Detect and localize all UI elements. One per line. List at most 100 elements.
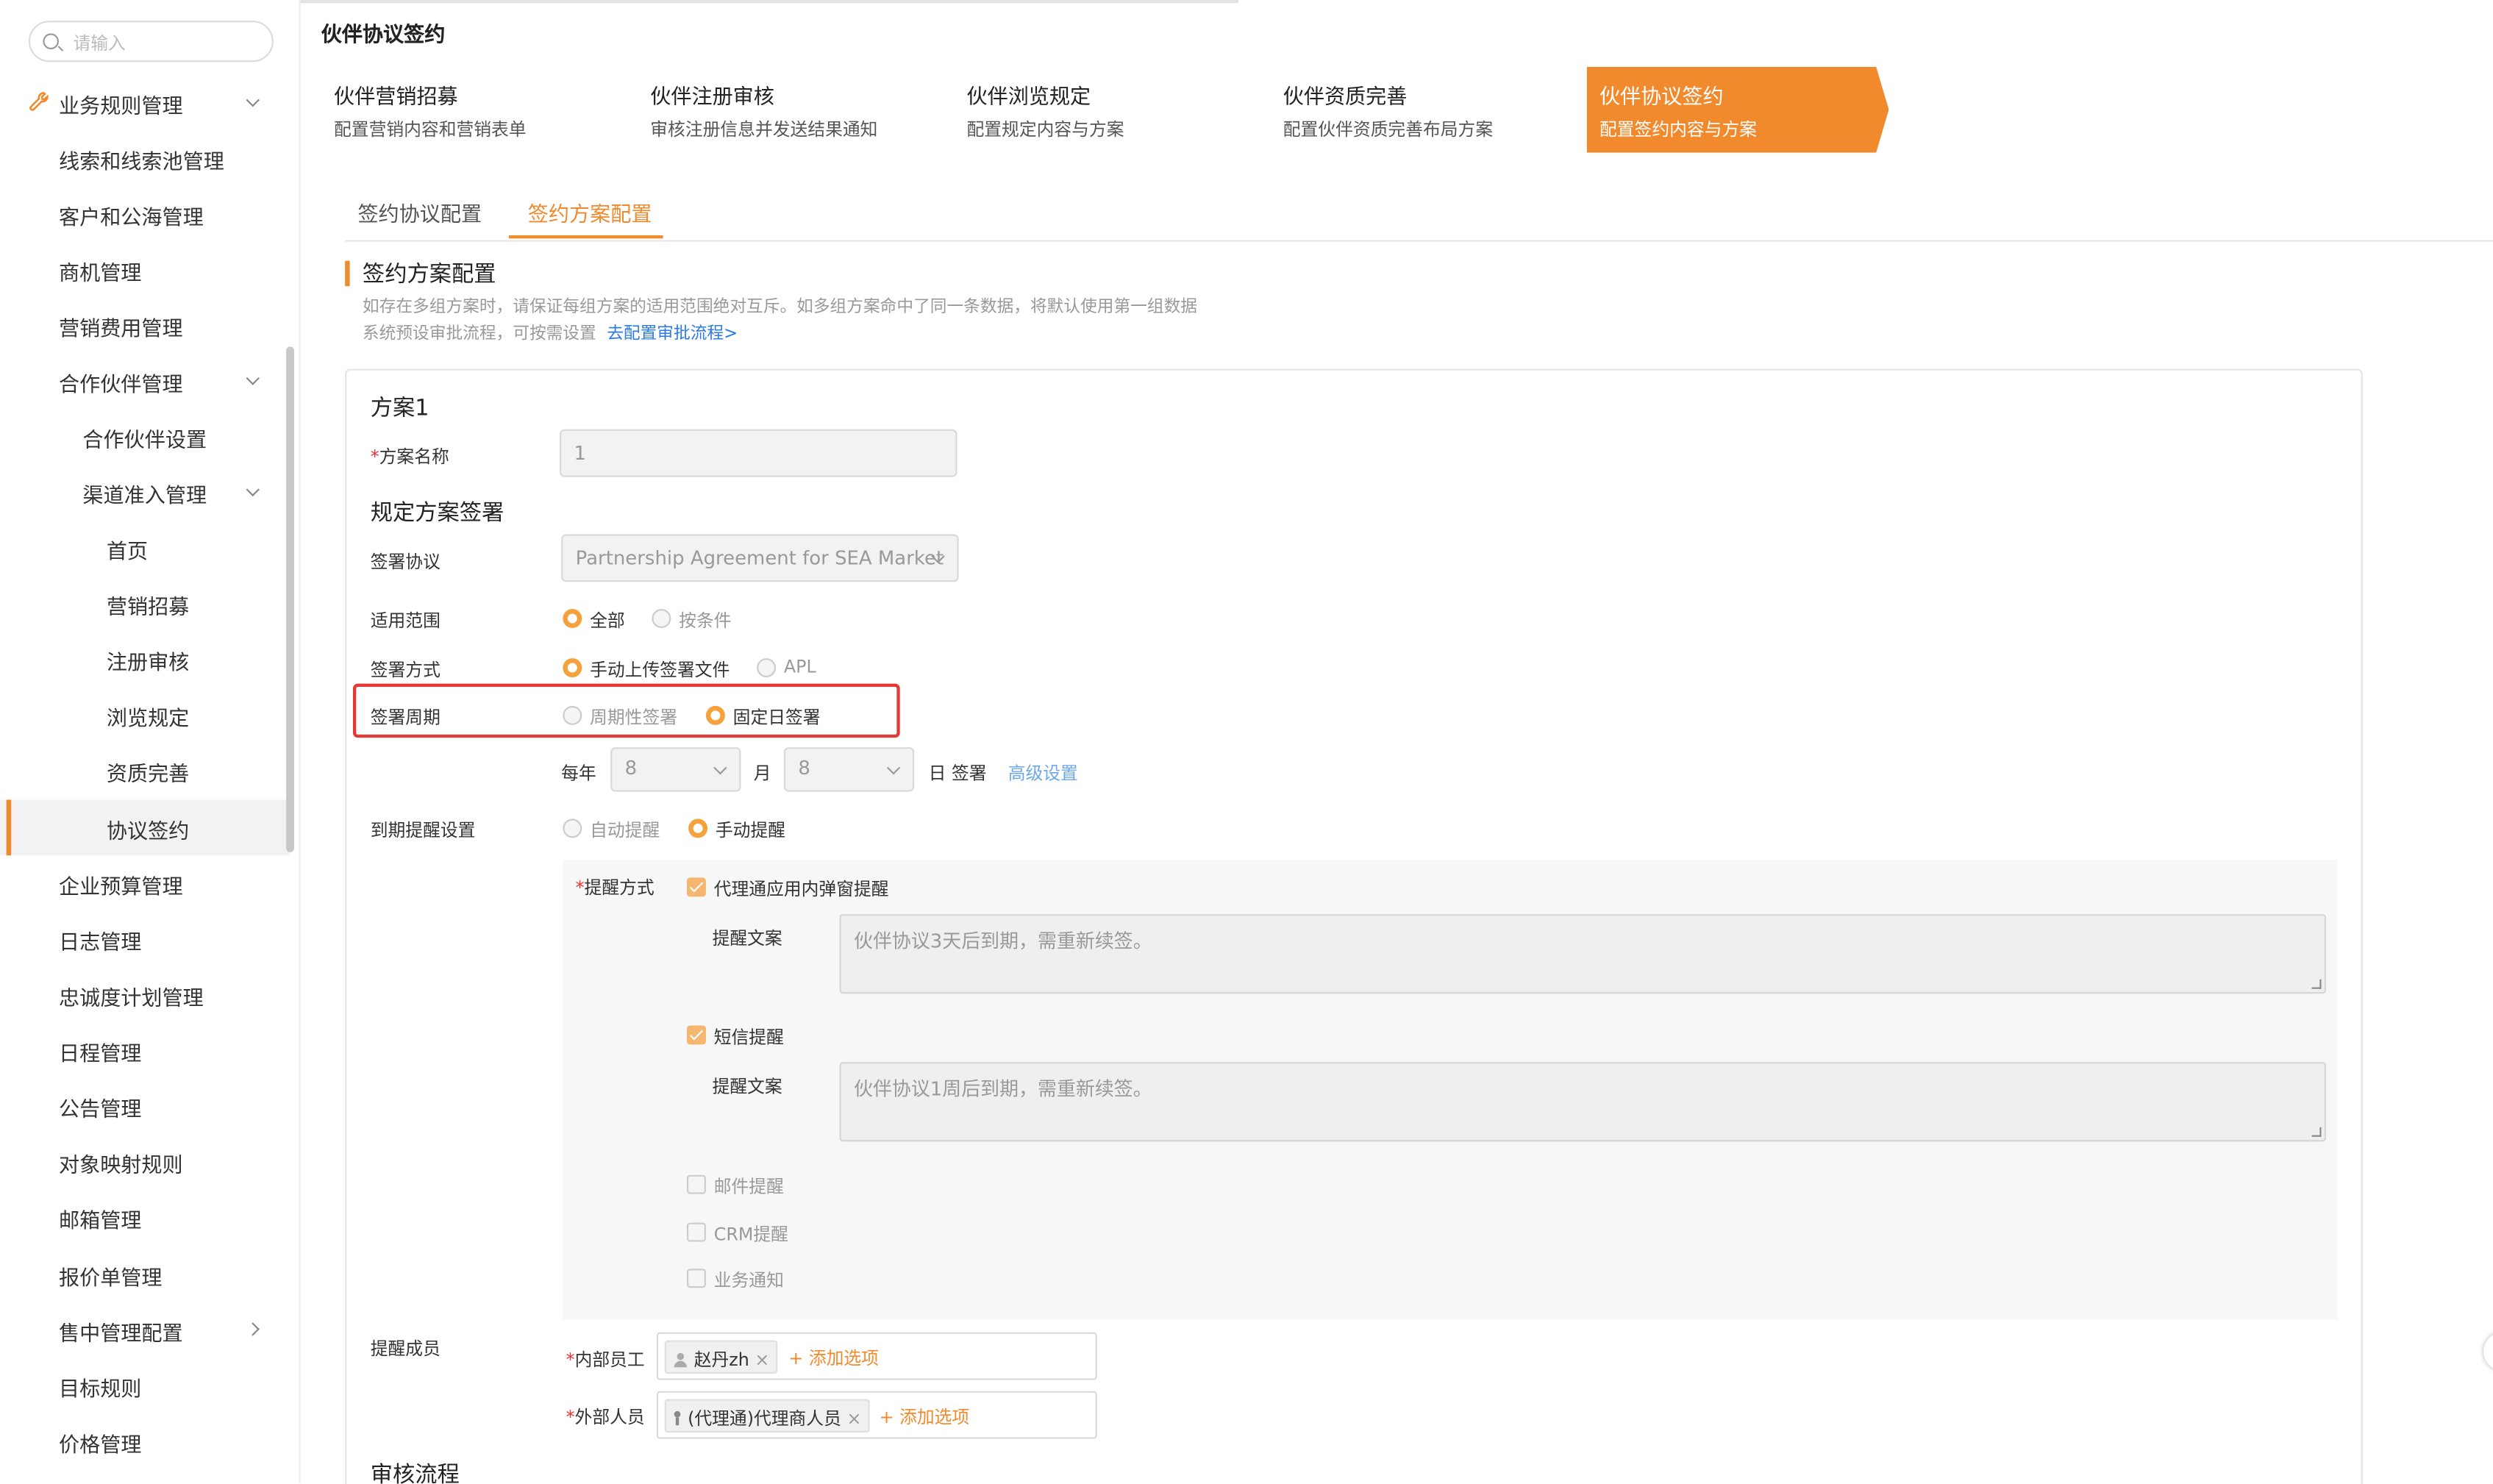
config-approval-link[interactable]: 去配置审批流程> [607, 324, 738, 343]
member-tag: 赵丹zh × [664, 1340, 778, 1374]
radio-dot [652, 609, 671, 628]
sidebar-item-label: 日志管理 [58, 931, 142, 956]
sidebar-item-label: 商机管理 [58, 262, 142, 287]
sidebar-item-business-rules[interactable]: 业务规则管理 [0, 75, 289, 131]
sidebar-item-label: 合作伙伴管理 [58, 374, 183, 398]
section-hint-approval: 系统预设审批流程，可按需设置 去配置审批流程> [363, 321, 738, 345]
step-subtitle: 配置规定内容与方案 [966, 119, 1124, 140]
sidebar-item-object-mapping[interactable]: 对象映射规则 [0, 1134, 289, 1190]
person-icon [674, 1410, 681, 1426]
sidebar-item-schedule[interactable]: 日程管理 [0, 1022, 289, 1078]
sidebar-item-customers[interactable]: 客户和公海管理 [0, 186, 289, 242]
radio-dot [563, 658, 582, 678]
sidebar-scrollbar[interactable] [286, 346, 294, 852]
sidebar-item-partner-mgmt[interactable]: 合作伙伴管理 [0, 353, 289, 409]
sidebar-item-qualification[interactable]: 资质完善 [0, 743, 289, 799]
step-agreement[interactable]: 伙伴协议签约 配置签约内容与方案 [1586, 66, 1889, 153]
checkbox-label: 邮件提醒 [713, 1176, 784, 1197]
radio-label: APL [783, 656, 816, 678]
tab-active-indicator [508, 235, 663, 239]
side-handle[interactable] [2483, 1332, 2493, 1371]
step-title: 伙伴协议签约 [1599, 85, 1724, 110]
sidebar-item-channel-access[interactable]: 渠道准入管理 [0, 464, 289, 520]
tab-agreement-config[interactable]: 签约协议配置 [357, 197, 482, 227]
checkbox-label: 短信提醒 [713, 1027, 784, 1048]
radio-dot [563, 818, 582, 838]
tag-label: (代理通)代理商人员 [688, 1408, 841, 1430]
agreement-select[interactable]: Partnership Agreement for SEA Market [561, 534, 959, 582]
step-recruit[interactable]: 伙伴营销招募 配置营销内容和营销表单 [321, 66, 624, 153]
sidebar-item-logs[interactable]: 日志管理 [0, 911, 289, 967]
sidebar-item-recruit[interactable]: 营销招募 [0, 576, 289, 632]
internal-members-field[interactable]: 赵丹zh × + 添加选项 [656, 1332, 1097, 1380]
sidebar-item-opportunities[interactable]: 商机管理 [0, 242, 289, 298]
radio-label: 自动提醒 [590, 820, 660, 841]
sidebar-item-register-review[interactable]: 注册审核 [0, 631, 289, 687]
sidebar-item-label: 目标规则 [58, 1378, 142, 1402]
sidebar-item-pricing[interactable]: 价格管理 [0, 1413, 289, 1469]
sidebar-item-label: 渠道准入管理 [82, 485, 207, 509]
radio-label: 按条件 [679, 610, 732, 632]
label-text: 方案名称 [379, 446, 449, 468]
step-browse[interactable]: 伙伴浏览规定 配置规定内容与方案 [954, 66, 1256, 153]
resize-handle-icon[interactable] [2311, 979, 2322, 989]
section-hint: 如存在多组方案时，请保证每组方案的适用范围绝对互斥。如多组方案命中了同一条数据，… [362, 297, 1197, 317]
radio-dot [688, 818, 708, 838]
method-label: 签署方式 [370, 660, 441, 681]
sidebar-item-in-sale-config[interactable]: 售中管理配置 [0, 1302, 289, 1358]
step-qualification[interactable]: 伙伴资质完善 配置伙伴资质完善布局方案 [1270, 66, 1573, 153]
sidebar-item-home[interactable]: 首页 [0, 520, 289, 576]
sidebar-item-leads[interactable]: 线索和线索池管理 [0, 130, 289, 186]
sidebar-item-browse-rules[interactable]: 浏览规定 [0, 687, 289, 743]
chevron-down-icon [246, 93, 260, 107]
sidebar-item-label: 线索和线索池管理 [58, 151, 224, 175]
checkbox-box [686, 1269, 706, 1288]
sidebar-item-label: 日程管理 [58, 1043, 142, 1067]
label-text: 外部人员 [574, 1407, 645, 1428]
sidebar-item-loyalty[interactable]: 忠诚度计划管理 [0, 966, 289, 1022]
radio-label: 固定日签署 [732, 707, 821, 729]
day-select[interactable]: 8 [783, 747, 915, 792]
sidebar-item-label: 营销费用管理 [58, 318, 183, 342]
scope-label: 适用范围 [370, 610, 441, 632]
label-text: 内部员工 [574, 1349, 645, 1371]
external-members-field[interactable]: (代理通)代理商人员 × + 添加选项 [656, 1391, 1097, 1439]
plan-name-input[interactable]: 1 [560, 429, 957, 477]
sidebar-item-mailbox[interactable]: 邮箱管理 [0, 1189, 289, 1245]
sms-copy-textarea[interactable]: 伙伴协议1周后到期，需重新续签。 [839, 1062, 2327, 1142]
add-option-button[interactable]: + 添加选项 [788, 1345, 879, 1371]
radio-label: 周期性签署 [590, 707, 678, 729]
yearly-label: 每年 [561, 763, 596, 784]
resize-handle-icon[interactable] [2311, 1127, 2322, 1137]
sidebar-item-partner-settings[interactable]: 合作伙伴设置 [0, 409, 289, 465]
step-register[interactable]: 伙伴注册审核 审核注册信息并发送结果通知 [637, 66, 940, 153]
tab-plan-config[interactable]: 签约方案配置 [528, 197, 652, 227]
page-title: 伙伴协议签约 [321, 24, 446, 48]
month-select[interactable]: 8 [610, 747, 741, 792]
sidebar-search[interactable]: 请输入 [28, 21, 274, 63]
sidebar-item-target-rules[interactable]: 目标规则 [0, 1358, 289, 1413]
advanced-settings-link[interactable]: 高级设置 [1008, 760, 1078, 785]
chevron-down-icon [246, 371, 260, 385]
sidebar-item-agreement-sign[interactable]: 协议签约 [0, 799, 290, 856]
add-option-button[interactable]: + 添加选项 [880, 1404, 970, 1430]
close-icon[interactable]: × [755, 1350, 769, 1371]
sidebar-item-marketing-cost[interactable]: 营销费用管理 [0, 297, 289, 353]
checkbox-label: 代理通应用内弹窗提醒 [713, 879, 889, 900]
member-tag: (代理通)代理商人员 × [664, 1399, 870, 1433]
close-icon[interactable]: × [846, 1409, 861, 1430]
sidebar-item-label: 售中管理配置 [58, 1322, 183, 1347]
sidebar-item-budget[interactable]: 企业预算管理 [0, 855, 289, 911]
sidebar-item-quotes[interactable]: 报价单管理 [0, 1246, 289, 1302]
sidebar-item-label: 对象映射规则 [58, 1154, 183, 1179]
chevron-down-icon [246, 482, 260, 497]
audit-flow-title: 审核流程 [370, 1463, 460, 1484]
step-subtitle: 审核注册信息并发送结果通知 [650, 119, 878, 140]
checkbox-box [686, 1222, 706, 1242]
label-text: 提醒方式 [584, 877, 655, 899]
sidebar-item-announcements[interactable]: 公告管理 [0, 1078, 289, 1134]
tab-divider [345, 240, 2493, 242]
radio-dot [563, 609, 582, 628]
sidebar-item-label: 忠诚度计划管理 [58, 987, 204, 1012]
in-app-copy-textarea[interactable]: 伙伴协议3天后到期，需重新续签。 [839, 914, 2327, 994]
